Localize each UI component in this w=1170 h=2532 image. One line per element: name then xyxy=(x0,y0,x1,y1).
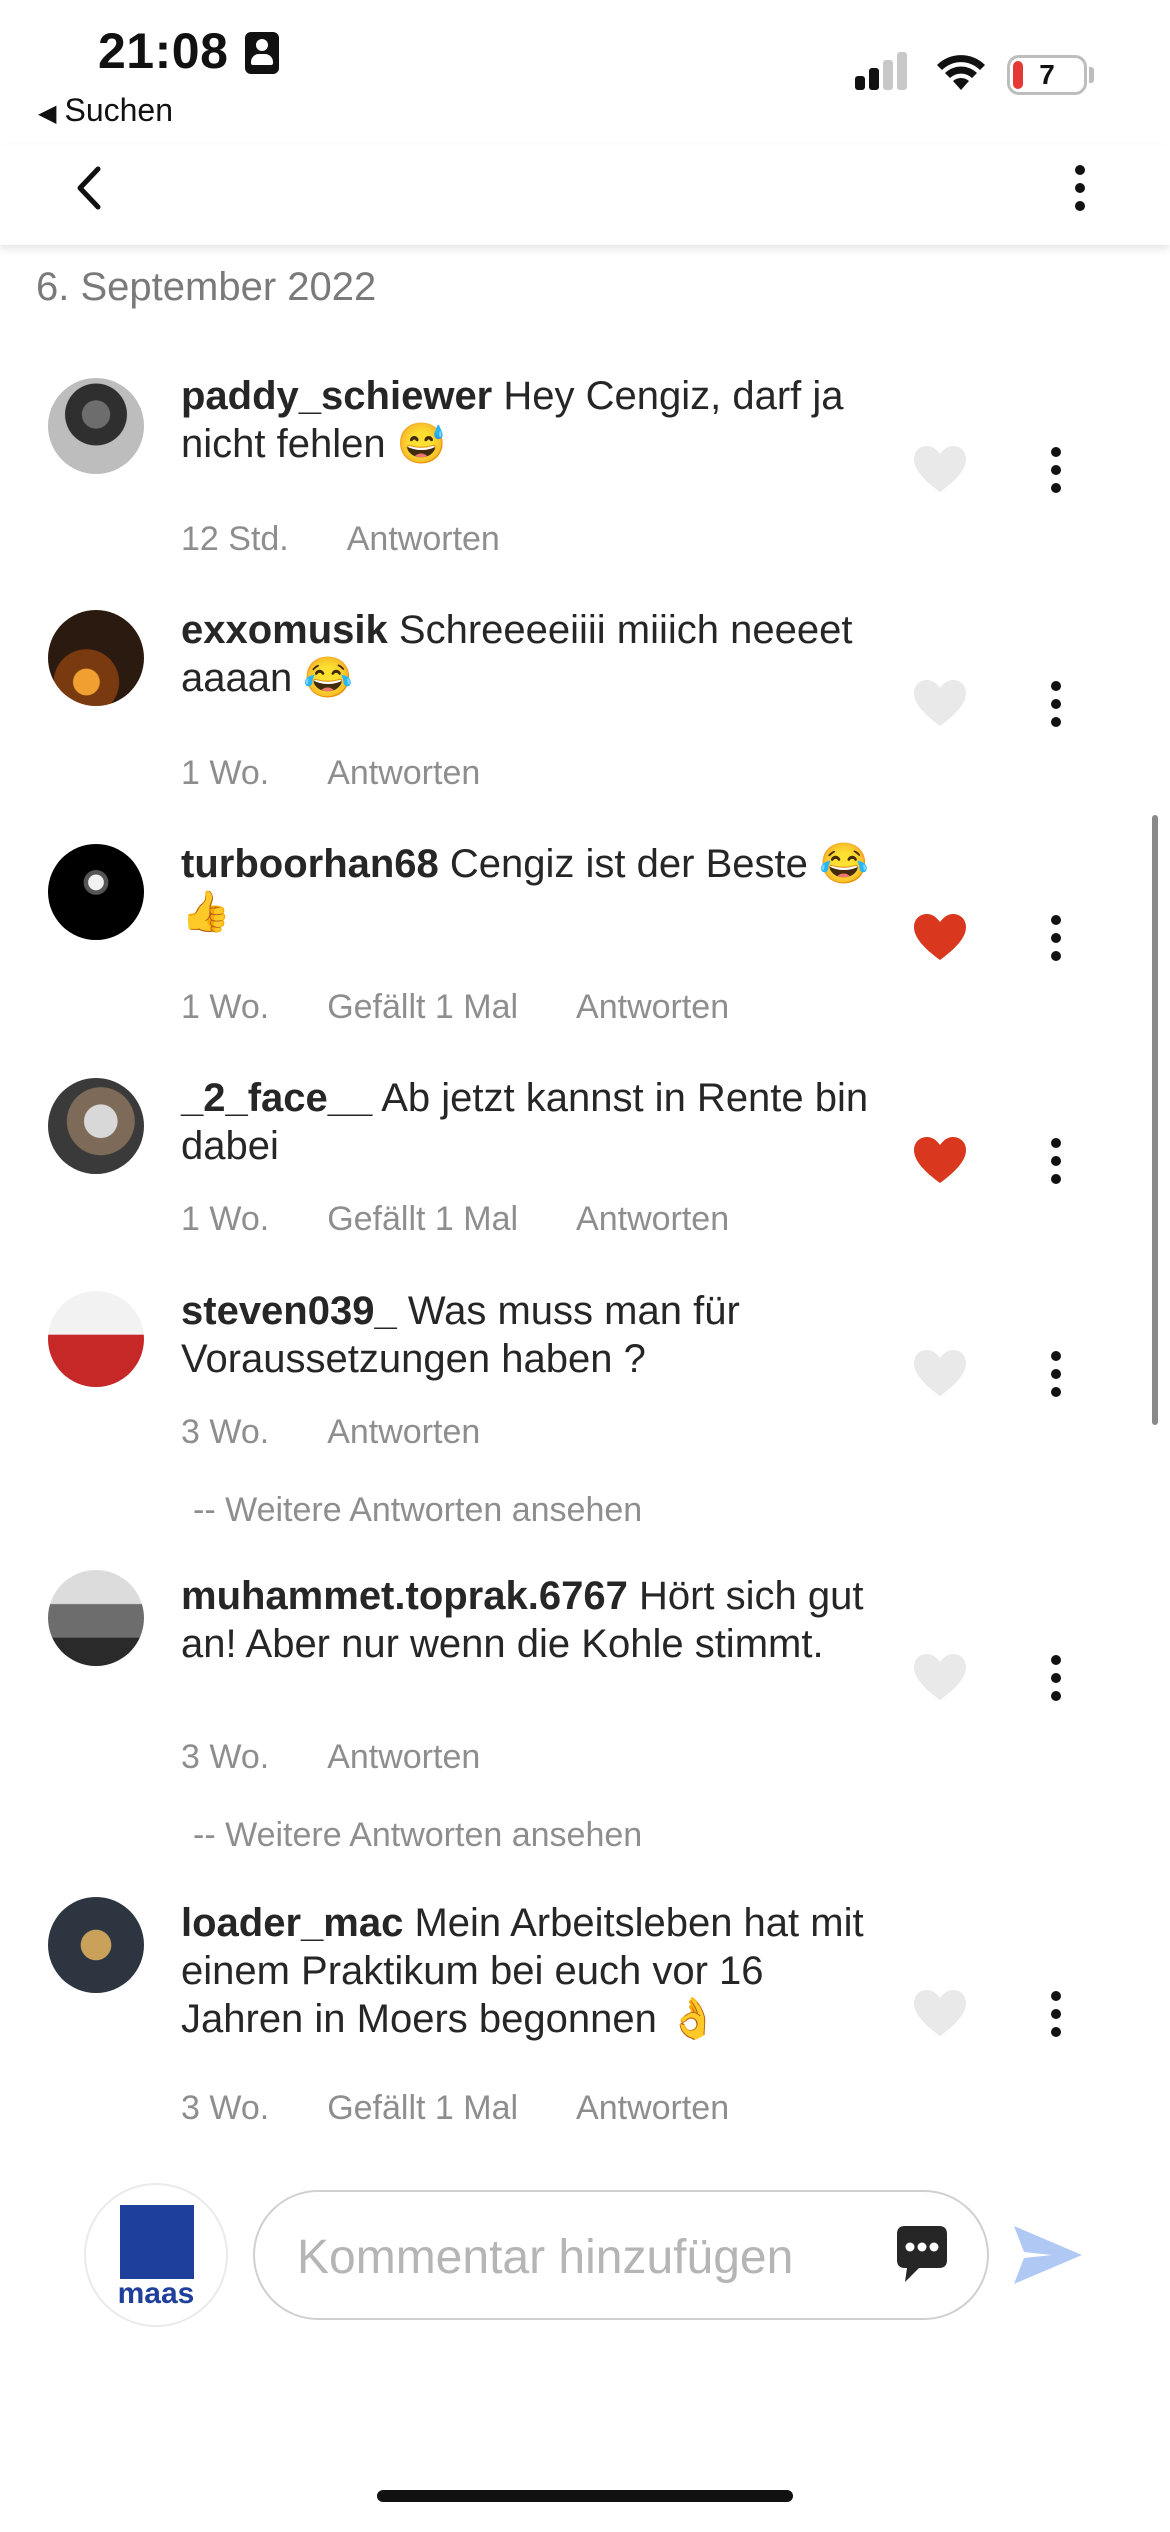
comment-meta: 1 Wo. Gefällt 1 Mal Antworten xyxy=(181,988,787,1027)
avatar[interactable] xyxy=(48,610,144,706)
comment-username[interactable]: paddy_schiewer xyxy=(181,374,492,418)
comment-text: paddy_schiewer Hey Cengiz, darf ja nicht… xyxy=(181,372,881,468)
reply-link[interactable]: Antworten xyxy=(327,1738,480,1776)
back-arrow-icon[interactable] xyxy=(62,153,122,223)
back-app-label: Suchen xyxy=(64,92,173,128)
home-indicator xyxy=(377,2490,793,2502)
likes-count[interactable]: Gefällt 1 Mal xyxy=(327,1200,518,1238)
comment-meta: 1 Wo. Gefällt 1 Mal Antworten xyxy=(181,1200,787,1239)
avatar[interactable] xyxy=(48,1291,144,1387)
heart-icon-liked[interactable] xyxy=(912,1136,968,1186)
battery-icon: 7 xyxy=(1007,55,1087,95)
more-vertical-icon[interactable] xyxy=(1040,1131,1072,1191)
heart-icon[interactable] xyxy=(912,1653,968,1703)
contact-card-icon xyxy=(245,32,279,74)
avatar[interactable] xyxy=(48,844,144,940)
avatar[interactable] xyxy=(48,1570,144,1666)
more-vertical-icon[interactable] xyxy=(1040,908,1072,968)
reply-link[interactable]: Antworten xyxy=(347,520,500,558)
comment-username[interactable]: muhammet.toprak.6767 xyxy=(181,1574,628,1618)
comment-text: _2_face__ Ab jetzt kannst in Rente bin d… xyxy=(181,1074,881,1170)
status-time: 21:08 xyxy=(98,23,229,79)
comment-text: steven039_ Was muss man für Voraussetzun… xyxy=(181,1287,881,1383)
back-to-app[interactable]: ◀ Suchen xyxy=(38,92,173,129)
reply-link[interactable]: Antworten xyxy=(576,2089,729,2127)
comment-username[interactable]: steven039_ xyxy=(181,1289,397,1333)
battery-level: 7 xyxy=(1039,59,1055,90)
comment-username[interactable]: _2_face__ xyxy=(181,1076,372,1120)
comment-input[interactable] xyxy=(295,2214,859,2300)
comment-meta: 3 Wo. Antworten xyxy=(181,1738,538,1777)
comment-time: 3 Wo. xyxy=(181,1413,270,1451)
chat-bubble-icon[interactable] xyxy=(889,2222,955,2288)
avatar[interactable] xyxy=(48,1078,144,1174)
avatar[interactable] xyxy=(48,1897,144,1993)
comment-text: exxomusik Schreeeeiiii miiich neeeet aaa… xyxy=(181,606,881,702)
more-vertical-icon[interactable] xyxy=(1060,153,1100,223)
more-vertical-icon[interactable] xyxy=(1040,674,1072,734)
reply-link[interactable]: Antworten xyxy=(576,988,729,1026)
view-more-replies[interactable]: -- Weitere Antworten ansehen xyxy=(193,1816,642,1855)
comment-time: 1 Wo. xyxy=(181,988,270,1026)
comment-text: turboorhan68 Cengiz ist der Beste 😂👍 xyxy=(181,840,881,936)
reply-link[interactable]: Antworten xyxy=(327,754,480,792)
reply-link[interactable]: Antworten xyxy=(576,1200,729,1238)
comment-time: 3 Wo. xyxy=(181,1738,270,1776)
scrollbar[interactable] xyxy=(1152,815,1158,1425)
heart-icon[interactable] xyxy=(912,1349,968,1399)
avatar-label: maas xyxy=(117,2277,195,2310)
comment-meta: 1 Wo. Antworten xyxy=(181,754,538,793)
company-avatar: maas xyxy=(84,2183,228,2327)
date-header: 6. September 2022 xyxy=(36,265,377,309)
comment-meta: 3 Wo. Antworten xyxy=(181,1413,538,1452)
likes-count[interactable]: Gefällt 1 Mal xyxy=(327,988,518,1026)
reply-link[interactable]: Antworten xyxy=(327,1413,480,1451)
heart-icon[interactable] xyxy=(912,1989,968,2039)
comment-time: 1 Wo. xyxy=(181,754,270,792)
avatar[interactable] xyxy=(48,378,144,474)
comment-meta: 3 Wo. Gefällt 1 Mal Antworten xyxy=(181,2089,787,2128)
more-vertical-icon[interactable] xyxy=(1040,1984,1072,2044)
status-bar: 21:08 ◀ Suchen 7 xyxy=(0,0,1170,145)
comment-time: 12 Std. xyxy=(181,520,289,558)
back-triangle-icon: ◀ xyxy=(38,100,57,127)
comment-input-container[interactable] xyxy=(253,2190,989,2320)
nav-bar xyxy=(0,145,1170,245)
comment-username[interactable]: turboorhan68 xyxy=(181,842,439,886)
more-vertical-icon[interactable] xyxy=(1040,440,1072,500)
more-vertical-icon[interactable] xyxy=(1040,1344,1072,1404)
comment-time: 1 Wo. xyxy=(181,1200,270,1238)
more-vertical-icon[interactable] xyxy=(1040,1648,1072,1708)
view-more-replies[interactable]: -- Weitere Antworten ansehen xyxy=(193,1491,642,1530)
comment-username[interactable]: exxomusik xyxy=(181,608,388,652)
comment-time: 3 Wo. xyxy=(181,2089,270,2127)
comment-username[interactable]: loader_mac xyxy=(181,1901,403,1945)
wifi-icon xyxy=(937,55,985,90)
comment-meta: 12 Std. Antworten xyxy=(181,520,558,559)
comment-text: muhammet.toprak.6767 Hört sich gut an! A… xyxy=(181,1572,881,1668)
heart-icon-liked[interactable] xyxy=(912,913,968,963)
send-icon[interactable] xyxy=(1012,2222,1084,2288)
heart-icon[interactable] xyxy=(912,445,968,495)
likes-count[interactable]: Gefällt 1 Mal xyxy=(327,2089,518,2127)
heart-icon[interactable] xyxy=(912,679,968,729)
comment-text: loader_mac Mein Arbeitsleben hat mit ein… xyxy=(181,1899,881,2043)
